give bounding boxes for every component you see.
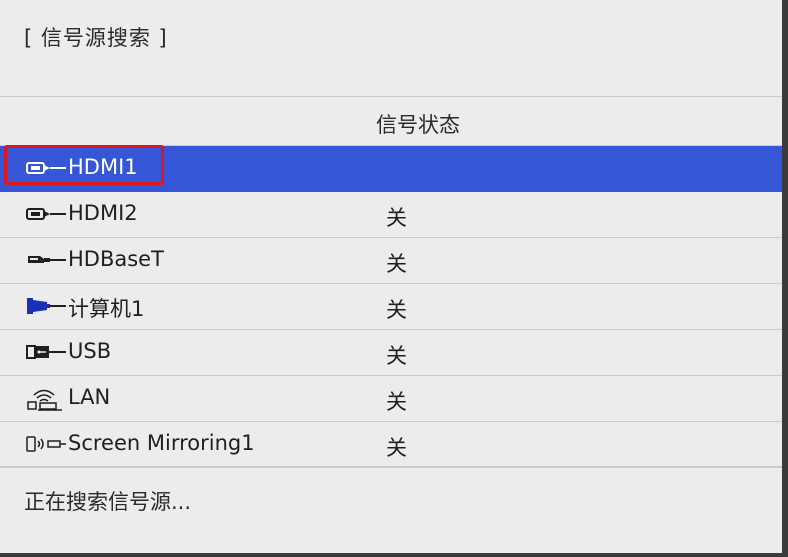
source-row-hdmi2[interactable]: HDMI2 关 bbox=[0, 192, 788, 238]
column-header: 信号状态 bbox=[0, 97, 788, 146]
monitor-bezel-bottom bbox=[0, 553, 788, 557]
hdbaset-plug-icon bbox=[26, 249, 66, 271]
source-label: USB bbox=[68, 339, 112, 363]
source-row-hdbaset[interactable]: HDBaseT 关 bbox=[0, 238, 788, 284]
source-label: 计算机1 bbox=[68, 297, 145, 321]
vga-plug-icon bbox=[26, 295, 66, 317]
screen-mirroring-icon bbox=[26, 433, 66, 455]
monitor-bezel-right bbox=[782, 0, 788, 557]
search-status-message: 正在搜索信号源... bbox=[24, 490, 192, 514]
source-label: Screen Mirroring1 bbox=[68, 431, 255, 455]
source-row-usb[interactable]: USB 关 bbox=[0, 330, 788, 376]
window-title: [ 信号源搜索 ] bbox=[24, 26, 168, 50]
lan-wifi-icon bbox=[26, 387, 66, 411]
focus-highlight bbox=[4, 145, 164, 185]
source-label: HDMI2 bbox=[68, 201, 138, 225]
footer-divider bbox=[0, 466, 788, 467]
source-label: LAN bbox=[68, 385, 111, 409]
hdmi-plug-icon bbox=[26, 203, 66, 225]
source-row-lan[interactable]: LAN 关 bbox=[0, 376, 788, 422]
source-status: 关 bbox=[386, 344, 407, 368]
source-status: 关 bbox=[386, 390, 407, 414]
usb-plug-icon bbox=[26, 341, 66, 363]
source-row-screen-mirroring1[interactable]: Screen Mirroring1 关 bbox=[0, 422, 788, 468]
source-label: HDBaseT bbox=[68, 247, 164, 271]
source-status: 关 bbox=[386, 298, 407, 322]
source-status: 关 bbox=[386, 436, 407, 460]
signal-status-header: 信号状态 bbox=[376, 113, 460, 137]
source-status: 关 bbox=[386, 206, 407, 230]
source-search-screen: [ 信号源搜索 ] 信号状态 HDMI1 HDMI2 关 HDBaseT 关 计… bbox=[0, 0, 788, 557]
source-status: 关 bbox=[386, 252, 407, 276]
source-row-computer1[interactable]: 计算机1 关 bbox=[0, 284, 788, 330]
